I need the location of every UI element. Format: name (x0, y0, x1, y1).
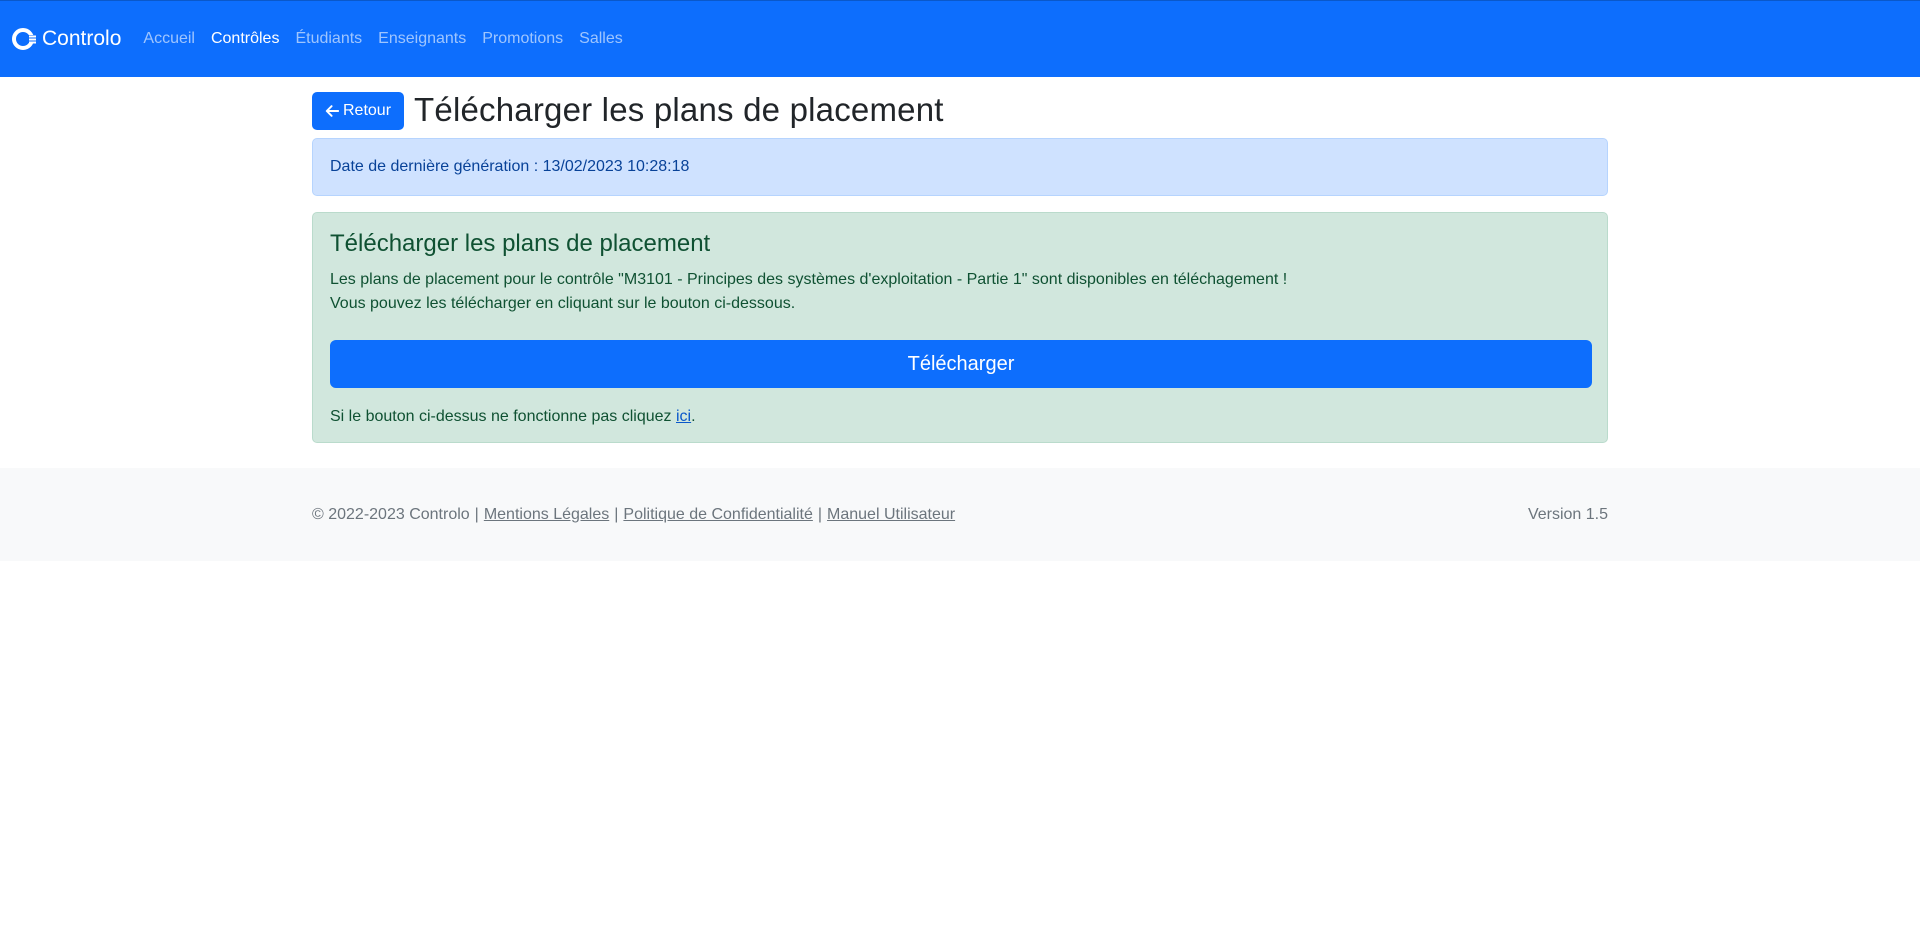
back-button[interactable]: Retour (312, 92, 405, 130)
nav-link-etudiants[interactable]: Étudiants (295, 30, 362, 48)
footer-separator: | (817, 505, 823, 523)
footer-version: Version 1.5 (1527, 505, 1608, 523)
nav-links: Accueil Contrôles Étudiants Enseignants … (143, 30, 638, 48)
nav-link-enseignants[interactable]: Enseignants (378, 30, 466, 48)
last-generation-text: Date de dernière génération : 13/02/2023… (330, 158, 690, 175)
download-alert-heading: Télécharger les plans de placement (330, 230, 711, 257)
back-button-label: Retour (343, 102, 392, 119)
footer: © 2022-2023 Controlo | Mentions Légales | Po… (0, 468, 1920, 561)
fallback-prefix: Si le bouton ci-dessus ne fonctionne pas… (330, 408, 676, 425)
brand-name: Controlo (42, 27, 122, 50)
footer-left: © 2022-2023 Controlo | Mentions Légales | Po… (312, 506, 955, 524)
nav-link-accueil[interactable]: Accueil (143, 30, 195, 48)
footer-copyright: © 2022-2023 Controlo (312, 505, 470, 523)
download-alert: Télécharger les plans de placement Les p… (312, 212, 1608, 443)
footer-link-mentions-legales[interactable]: Mentions Légales (484, 506, 609, 523)
download-alert-line-1: Les plans de placement pour le contrôle … (330, 271, 1288, 288)
last-generation-alert: Date de dernière génération : 13/02/2023… (312, 138, 1608, 196)
arrow-left-icon (325, 105, 339, 117)
footer-separator: | (474, 505, 479, 523)
footer-link-manuel-utilisateur[interactable]: Manuel Utilisateur (827, 506, 955, 523)
footer-inner: © 2022-2023 Controlo | Mentions Légales | Po… (312, 468, 1608, 561)
page-title: Télécharger les plans de placement (414, 91, 944, 128)
top-navbar: Controlo Accueil Contrôles Étudiants Ens… (0, 0, 1920, 77)
fallback-suffix: . (691, 408, 696, 425)
footer-separator: | (614, 505, 619, 523)
nav-link-salles[interactable]: Salles (579, 30, 623, 48)
footer-link-politique-confidentialite[interactable]: Politique de Confidentialité (623, 506, 812, 523)
controlo-logo-icon (12, 28, 38, 50)
page-header: Retour Télécharger les plans de placemen… (312, 90, 944, 130)
nav-link-controles[interactable]: Contrôles (211, 30, 279, 48)
fallback-link[interactable]: ici (676, 408, 691, 425)
download-button[interactable]: Télécharger (330, 340, 1592, 388)
download-alert-line-2: Vous pouvez les télécharger en cliquant … (330, 295, 796, 312)
fallback-text: Si le bouton ci-dessus ne fonctionne pas… (330, 408, 1590, 426)
nav-link-promotions[interactable]: Promotions (482, 30, 563, 48)
brand-link[interactable]: Controlo (12, 26, 121, 52)
